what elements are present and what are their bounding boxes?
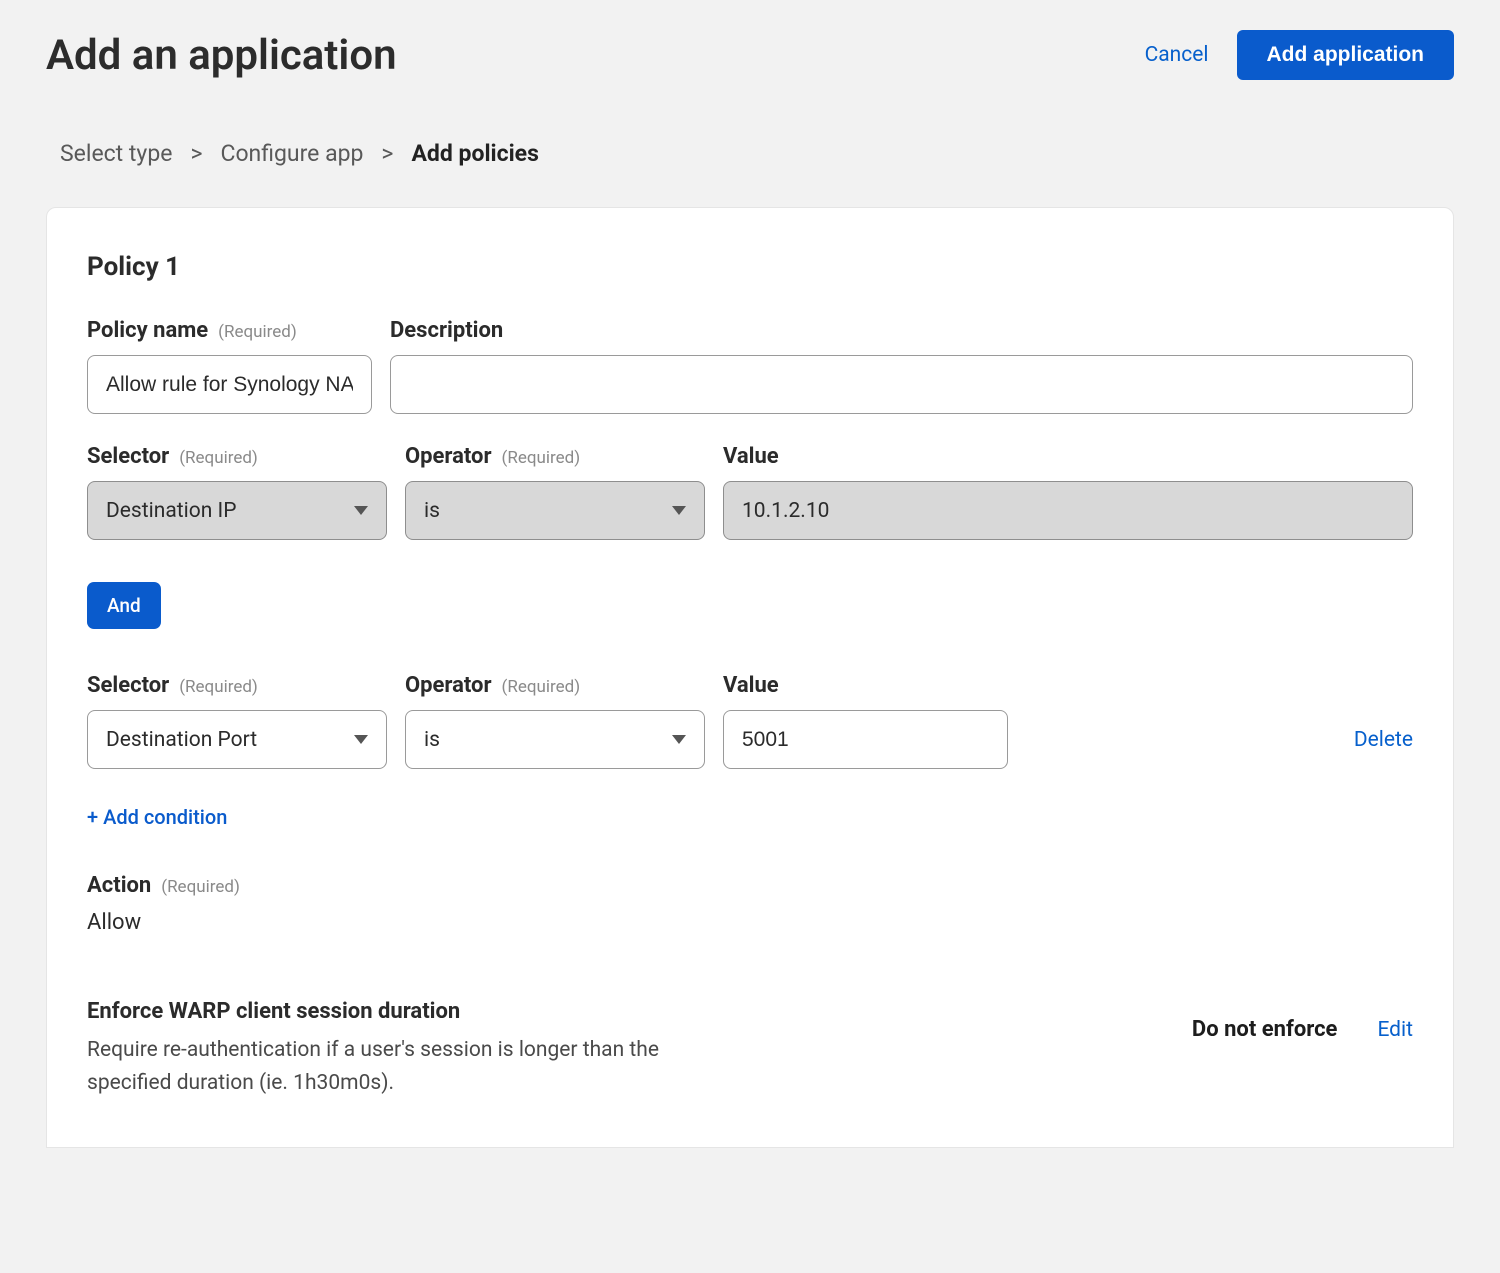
cond2-operator-field: Operator (Required) is	[405, 673, 705, 769]
cond2-selector-select[interactable]: Destination Port	[87, 710, 387, 769]
selector-label: Selector	[87, 673, 169, 698]
required-hint: (Required)	[179, 448, 258, 468]
cond2-selector-value: Destination Port	[106, 728, 257, 752]
value-label: Value	[723, 444, 779, 469]
policy-heading: Policy 1	[87, 252, 1413, 282]
policy-name-label: Policy name	[87, 318, 208, 343]
logic-and-badge: And	[87, 582, 161, 629]
breadcrumb-step-add-policies: Add policies	[411, 140, 538, 167]
policy-name-input[interactable]	[87, 355, 372, 414]
chevron-down-icon	[354, 735, 368, 744]
action-label: Action	[87, 873, 151, 898]
chevron-down-icon	[354, 506, 368, 515]
required-hint: (Required)	[502, 448, 581, 468]
warp-session-row: Enforce WARP client session duration Req…	[87, 999, 1413, 1099]
description-label: Description	[390, 318, 503, 343]
required-hint: (Required)	[502, 677, 581, 697]
description-field: Description	[390, 318, 1413, 414]
description-input[interactable]	[390, 355, 1413, 414]
policy-card: Policy 1 Policy name (Required) Descript…	[46, 207, 1454, 1148]
chevron-down-icon	[672, 506, 686, 515]
add-condition-link[interactable]: + Add condition	[87, 805, 227, 829]
operator-label: Operator	[405, 673, 492, 698]
cond1-value-input[interactable]: 10.1.2.10	[723, 481, 1413, 540]
action-value: Allow	[87, 910, 1413, 935]
required-hint: (Required)	[161, 877, 240, 897]
breadcrumb-separator: >	[381, 140, 393, 167]
policy-name-field: Policy name (Required)	[87, 318, 372, 414]
cond1-operator-select[interactable]: is	[405, 481, 705, 540]
cond1-value-field: Value 10.1.2.10	[723, 444, 1413, 540]
cond1-operator-value: is	[424, 499, 440, 523]
selector-label: Selector	[87, 444, 169, 469]
cond2-value-field: Value	[723, 673, 1008, 769]
cond1-selector-select[interactable]: Destination IP	[87, 481, 387, 540]
warp-session-title: Enforce WARP client session duration	[87, 999, 707, 1024]
cond1-operator-field: Operator (Required) is	[405, 444, 705, 540]
cond2-value-input[interactable]	[723, 710, 1008, 769]
cond2-selector-field: Selector (Required) Destination Port	[87, 673, 387, 769]
warp-session-status: Do not enforce	[1192, 1017, 1338, 1042]
page-title: Add an application	[46, 31, 397, 80]
cancel-link[interactable]: Cancel	[1145, 43, 1209, 67]
delete-condition-link[interactable]: Delete	[1354, 728, 1413, 752]
value-label: Value	[723, 673, 779, 698]
header-actions: Cancel Add application	[1145, 30, 1454, 80]
cond2-operator-select[interactable]: is	[405, 710, 705, 769]
breadcrumb: Select type > Configure app > Add polici…	[46, 140, 1454, 207]
breadcrumb-step-configure-app[interactable]: Configure app	[220, 140, 363, 167]
breadcrumb-separator: >	[190, 140, 202, 167]
add-application-button[interactable]: Add application	[1237, 30, 1455, 80]
cond2-operator-value: is	[424, 728, 440, 752]
operator-label: Operator	[405, 444, 492, 469]
chevron-down-icon	[672, 735, 686, 744]
cond1-value-text: 10.1.2.10	[742, 499, 829, 523]
cond1-selector-field: Selector (Required) Destination IP	[87, 444, 387, 540]
required-hint: (Required)	[218, 322, 297, 342]
required-hint: (Required)	[179, 677, 258, 697]
breadcrumb-step-select-type[interactable]: Select type	[60, 140, 172, 167]
cond1-selector-value: Destination IP	[106, 499, 236, 523]
warp-session-edit-link[interactable]: Edit	[1377, 1018, 1413, 1042]
warp-session-description: Require re-authentication if a user's se…	[87, 1034, 707, 1099]
action-block: Action (Required) Allow	[87, 873, 1413, 935]
page-header: Add an application Cancel Add applicatio…	[46, 30, 1454, 80]
